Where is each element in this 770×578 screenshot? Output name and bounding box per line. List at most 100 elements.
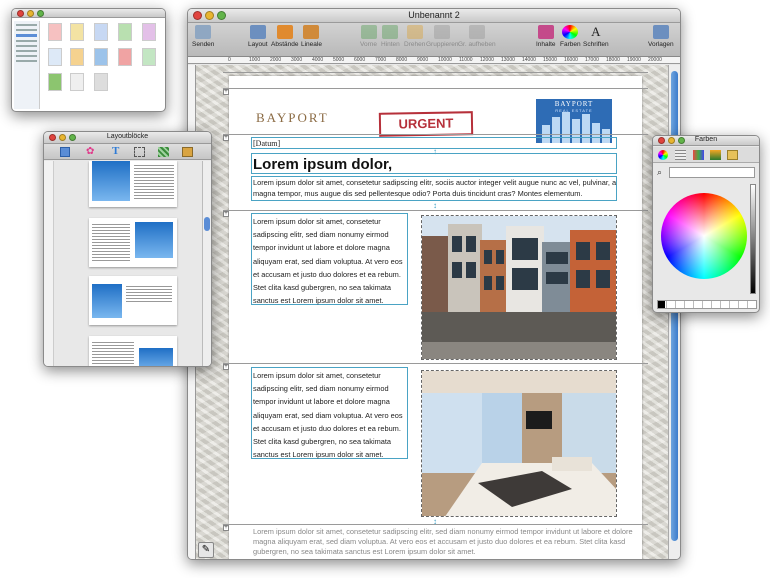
toolbar-button-hinten[interactable]: Hinten [381, 25, 400, 48]
flower-icon[interactable]: ✿ [86, 146, 94, 157]
template-thumbnail[interactable] [70, 48, 84, 66]
ruler-mark: 16000 [564, 57, 578, 63]
selected-color-well[interactable] [669, 167, 755, 178]
toolbar-button-label: Farben [560, 41, 581, 48]
ruler-mark: 2000 [270, 57, 282, 63]
section-toggle-icon[interactable]: + [223, 89, 229, 95]
template-thumbnail[interactable] [48, 23, 62, 41]
section-toggle-icon[interactable]: + [223, 364, 229, 370]
document-page[interactable]: + BAYPORT URGENT BAYPORT REAL ESTATE + [… [223, 72, 648, 559]
ruler-mark: 8000 [396, 57, 408, 63]
format-brush-button[interactable]: ✎ [198, 542, 214, 558]
colors-icon [562, 25, 579, 39]
toolbar-button-label: Layout [248, 41, 268, 48]
headline[interactable]: Lorem ipsum dolor, [253, 156, 392, 173]
crayons-mode-icon[interactable] [727, 150, 738, 160]
template-thumbnail[interactable] [48, 73, 62, 91]
template-thumbnail[interactable] [48, 48, 62, 66]
pattern-icon[interactable] [158, 147, 169, 157]
toolbar-button-label: Gruppieren [426, 41, 459, 48]
colors-panel-titlebar: Farben [653, 136, 759, 146]
toolbar-button-lineale[interactable]: Lineale [301, 25, 322, 48]
logo-name: BAYPORT [554, 100, 594, 108]
colors-panel-title: Farben [694, 136, 718, 143]
ruler-mark: 14000 [522, 57, 536, 63]
toolbar-button-vorne[interactable]: Vorne [360, 25, 377, 48]
body-text-column-1[interactable]: Lorem ipsum dolor sit amet, consetetur s… [253, 215, 408, 307]
text-icon[interactable]: T [112, 145, 119, 157]
color-wheel-mode-icon[interactable] [658, 150, 668, 160]
toolbar-button-gruppieren[interactable]: Gruppieren [426, 25, 459, 48]
layout-block[interactable] [89, 336, 177, 366]
toolbar-button-schriften[interactable]: A Schriften [583, 24, 609, 49]
photo-icon[interactable] [182, 147, 193, 157]
toolbar-button-inhalte[interactable]: Inhalte [536, 25, 556, 48]
ruler-mark: 19000 [627, 57, 641, 63]
fonts-icon: A [591, 24, 601, 39]
brightness-slider[interactable] [750, 184, 756, 294]
anchor-icon[interactable]: ↕ [433, 201, 437, 210]
footer-paragraph[interactable]: Lorem ipsum dolor sit amet, consetetur s… [253, 527, 638, 557]
template-thumbnail[interactable] [118, 23, 132, 41]
template-thumbnail[interactable] [94, 23, 108, 41]
layout-block[interactable] [89, 218, 177, 267]
ruler-mark: 1000 [249, 57, 261, 63]
template-browser-window [11, 8, 166, 112]
color-swatches[interactable] [657, 300, 757, 309]
layout-scrollbar[interactable] [202, 161, 211, 366]
template-grid [46, 21, 164, 107]
zoom-icon[interactable] [37, 10, 44, 17]
toolbar-button-vorlagen[interactable]: Vorlagen [648, 25, 674, 48]
toolbar-button-senden[interactable]: Senden [192, 25, 214, 48]
template-thumbnail[interactable] [70, 73, 84, 91]
template-thumbnail[interactable] [94, 73, 108, 91]
toolbar-button-farben[interactable]: Farben [560, 25, 581, 48]
minimize-icon[interactable] [27, 10, 34, 17]
body-text-column-2[interactable]: Lorem ipsum dolor sit amet, consetetur s… [253, 369, 408, 461]
ruler-mark: 12000 [480, 57, 494, 63]
ruler-mark: 13000 [501, 57, 515, 63]
intro-paragraph[interactable]: Lorem ipsum dolor sit amet, consetetur s… [253, 177, 638, 199]
templates-icon [652, 25, 669, 39]
toolbar-button-layout[interactable]: Layout [248, 25, 268, 48]
magnifier-icon[interactable]: ⌕ [657, 167, 662, 178]
urgent-stamp[interactable]: URGENT [378, 111, 474, 137]
section-toggle-icon[interactable]: + [223, 525, 229, 531]
template-thumbnail[interactable] [70, 23, 84, 41]
scrollbar-thumb[interactable] [204, 217, 210, 231]
section-toggle-icon[interactable]: + [223, 135, 229, 141]
toolbar-button-gr-aufheben[interactable]: Gr. aufheben [458, 25, 496, 48]
color-wheel[interactable] [661, 193, 747, 279]
layout-block[interactable] [89, 276, 177, 325]
ruler-mark: 7000 [375, 57, 387, 63]
template-thumbnail[interactable] [142, 23, 156, 41]
section-toggle-icon[interactable]: + [223, 211, 229, 217]
template-sidebar [14, 21, 40, 109]
rulers-icon [303, 25, 320, 39]
building-photo[interactable] [421, 215, 617, 360]
frame-icon[interactable] [134, 147, 145, 157]
template-thumbnail[interactable] [142, 48, 156, 66]
template-thumbnail[interactable] [118, 48, 132, 66]
ruler-mark: 11000 [459, 57, 473, 63]
image-palette-mode-icon[interactable] [710, 150, 721, 160]
template-thumbnail[interactable] [94, 48, 108, 66]
close-icon[interactable] [17, 10, 24, 17]
ruler-mark: 5000 [333, 57, 345, 63]
company-name[interactable]: BAYPORT [256, 110, 329, 126]
toolbar-button-abstände[interactable]: Abstände [271, 25, 298, 48]
spacing-icon [276, 25, 293, 39]
section-divider: + [223, 363, 648, 370]
date-field[interactable]: [Datum] [253, 139, 280, 148]
layout-block[interactable] [89, 161, 177, 207]
document-canvas[interactable]: + BAYPORT URGENT BAYPORT REAL ESTATE + [… [196, 65, 670, 559]
page-layout-icon[interactable] [60, 147, 70, 157]
ruler-mark: 17000 [585, 57, 599, 63]
layout-panel-title: Layoutblöcke [106, 133, 149, 140]
send-icon [195, 25, 212, 39]
ruler-mark: 9000 [417, 57, 429, 63]
interior-photo[interactable] [421, 370, 617, 517]
palettes-mode-icon[interactable] [693, 150, 704, 160]
toolbar-button-drehen[interactable]: Drehen [404, 25, 425, 48]
sliders-mode-icon[interactable] [675, 150, 686, 160]
